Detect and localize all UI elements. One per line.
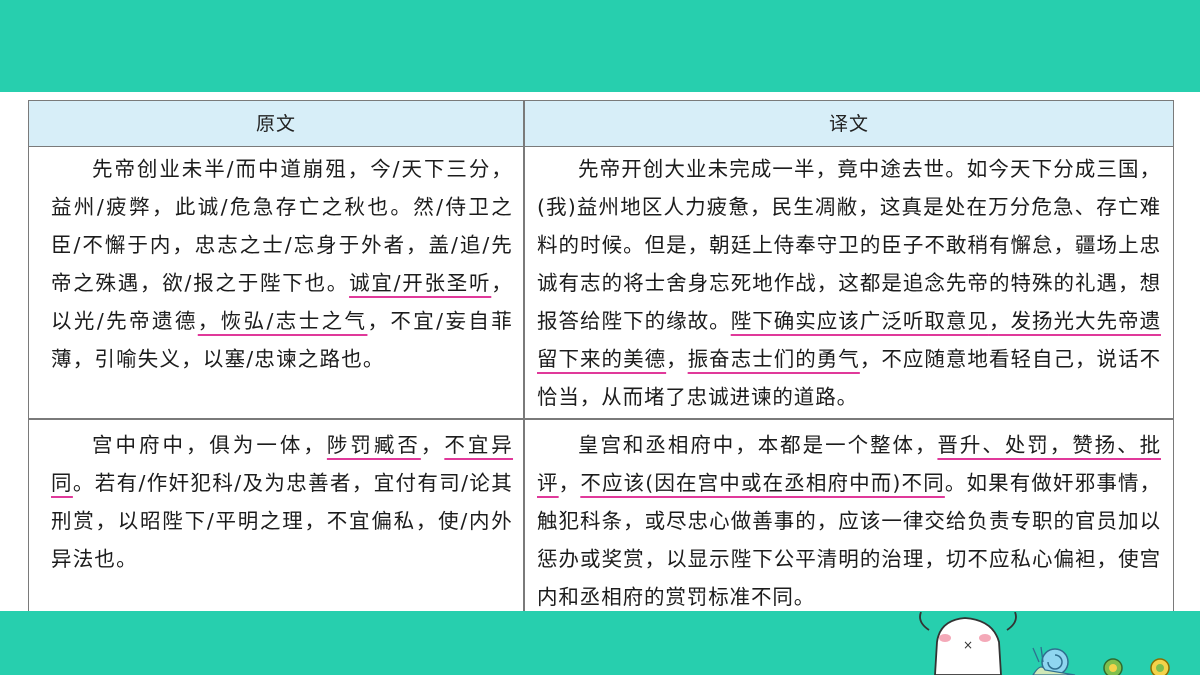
header-original: 原文 [255,113,296,135]
text-segment: 宫中府中，俱为一体， [92,433,327,457]
highlighted-text: 陟罚臧否 [326,433,421,457]
header-translation: 译文 [828,113,869,135]
text-segment: ， [666,347,688,371]
row1-translation-cell: 先帝开创大业未完成一半，竟中途去世。如今天下分成三国，(我)益州地区人力疲惫，民… [537,150,1161,416]
svg-text:×: × [963,638,973,652]
highlighted-text: 振奋志士们的勇气 [687,347,860,371]
row1-original-cell: 先帝创业未半/而中道崩殂，今/天下三分，益州/疲弊，此诚/危急存亡之秋也。然/侍… [51,150,513,378]
row2-translation-cell: 皇宫和丞相府中，本都是一个整体，晋升、处罚，赞扬、批评，不应该(因在宫中或在丞相… [537,426,1161,616]
row-divider [29,418,1173,420]
column-divider [523,101,525,612]
cartoon-dog-mascot: × [919,612,1170,675]
comparison-table: 原文 译文 先帝创业未半/而中道崩殂，今/天下三分，益州/疲弊，此诚/危急存亡之… [28,100,1174,612]
snail-illustration [1032,646,1076,675]
text-segment: 。若有/作奸犯科/及为忠善者，宜付有司/论其刑赏，以昭陛下/平明之理，不宜偏私，… [51,471,513,571]
text-segment: ， [420,433,445,457]
table-header-row: 原文 译文 [29,101,1173,147]
top-banner [0,0,1200,92]
highlighted-text: 陛下确实应该广泛听取意见 [730,309,989,333]
highlighted-text: ，恢弘/志士之气 [197,309,368,333]
text-segment: 先帝开创大业未完成一半，竟中途去世。如今天下分成三国，(我)益州地区人力疲惫，民… [537,157,1161,333]
highlighted-text: 诚宜/开张圣听 [349,271,492,295]
text-segment: ， [558,471,581,495]
text-segment: 皇宫和丞相府中，本都是一个整体， [578,433,938,457]
row2-original-cell: 宫中府中，俱为一体，陟罚臧否，不宜异同。若有/作奸犯科/及为忠善者，宜付有司/论… [51,426,513,578]
highlighted-text: 不应该(因在宫中或在丞相府中而)不同 [580,471,945,495]
